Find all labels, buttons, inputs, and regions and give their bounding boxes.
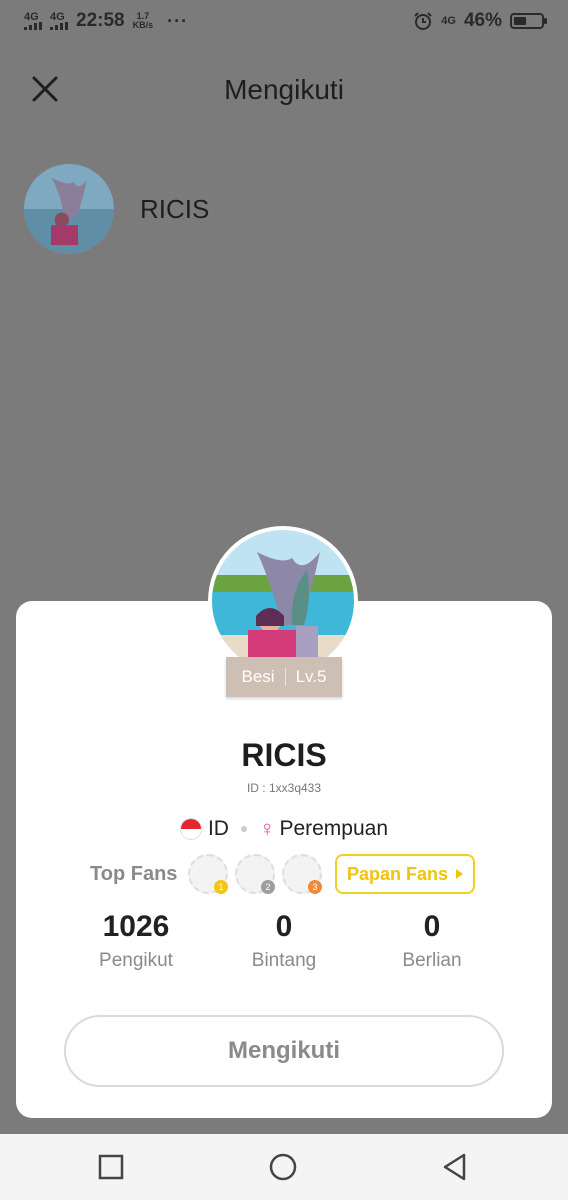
stat-label: Berlian [402, 950, 462, 971]
navigation-bar [0, 1134, 568, 1200]
net-speed-unit: KB/s [132, 20, 154, 30]
level-label: Lv.5 [295, 667, 327, 686]
recents-icon[interactable] [96, 1152, 126, 1182]
signal-1: 4G [24, 12, 42, 30]
avatar[interactable] [24, 164, 114, 254]
gold-medal-icon: 1 [214, 880, 228, 894]
top-fan-slot-3[interactable]: 3 [282, 854, 322, 894]
profile-avatar [208, 526, 358, 676]
network-type: 4G [441, 15, 456, 27]
stat-diamonds: 0 Berlian [352, 910, 512, 972]
profile-meta: ID ♀ Perempuan [0, 816, 568, 842]
signal-2-label: 4G [50, 11, 65, 23]
gender-label: Perempuan [279, 817, 389, 840]
silver-medal-icon: 2 [261, 880, 275, 894]
top-fans-row: Top Fans 1 2 3 Papan Fans [90, 852, 475, 896]
signal-2: 4G [50, 12, 68, 30]
stat-label: Bintang [251, 950, 317, 971]
indonesia-flag-icon [179, 818, 202, 840]
net-speed: 1.7 KB/s [133, 12, 154, 30]
country-code: ID [207, 817, 229, 840]
alarm-icon [414, 12, 432, 30]
signal-bars-icon [24, 22, 42, 30]
stat-stars: 0 Bintang [204, 910, 364, 972]
stat-value: 1026 [102, 910, 170, 943]
stat-followers: 1026 Pengikut [56, 910, 216, 972]
top-fans-label: Top Fans [90, 862, 178, 885]
profile-id: ID : 1xx3q433 [246, 781, 322, 795]
stat-value: 0 [275, 910, 293, 943]
battery-percent: 46% [463, 10, 502, 31]
play-arrow-icon [456, 869, 464, 879]
avatar-image [24, 164, 114, 254]
home-icon[interactable] [268, 1152, 298, 1182]
battery-icon [510, 13, 547, 29]
female-icon: ♀ [258, 816, 276, 841]
status-bar: 4G 4G 22:58 1.7 KB/s ··· 4G 46% [0, 0, 568, 44]
profile-name: RICIS [241, 737, 327, 773]
top-fan-slot-1[interactable]: 1 [188, 854, 228, 894]
more-notifications: ··· [167, 10, 189, 31]
following-button[interactable]: Mengikuti [64, 1015, 504, 1087]
level-badge: Besi Lv.5 [226, 657, 342, 697]
signal-bars-icon [50, 22, 68, 30]
signal-1-label: 4G [24, 11, 39, 23]
stat-label: Pengikut [99, 950, 173, 971]
rank-label: Besi [241, 667, 275, 686]
fans-board-label: Papan Fans [346, 863, 449, 884]
page-title: Mengikuti [224, 74, 344, 105]
list-item[interactable]: RICIS [24, 163, 544, 255]
back-icon[interactable] [440, 1152, 470, 1182]
clock: 22:58 [76, 10, 125, 31]
fans-board-button[interactable]: Papan Fans [335, 854, 475, 894]
bronze-medal-icon: 3 [308, 880, 322, 894]
list-item-name: RICIS [140, 193, 210, 224]
stat-value: 0 [423, 910, 441, 943]
profile-avatar-image [212, 530, 354, 672]
top-fan-slot-2[interactable]: 2 [235, 854, 275, 894]
